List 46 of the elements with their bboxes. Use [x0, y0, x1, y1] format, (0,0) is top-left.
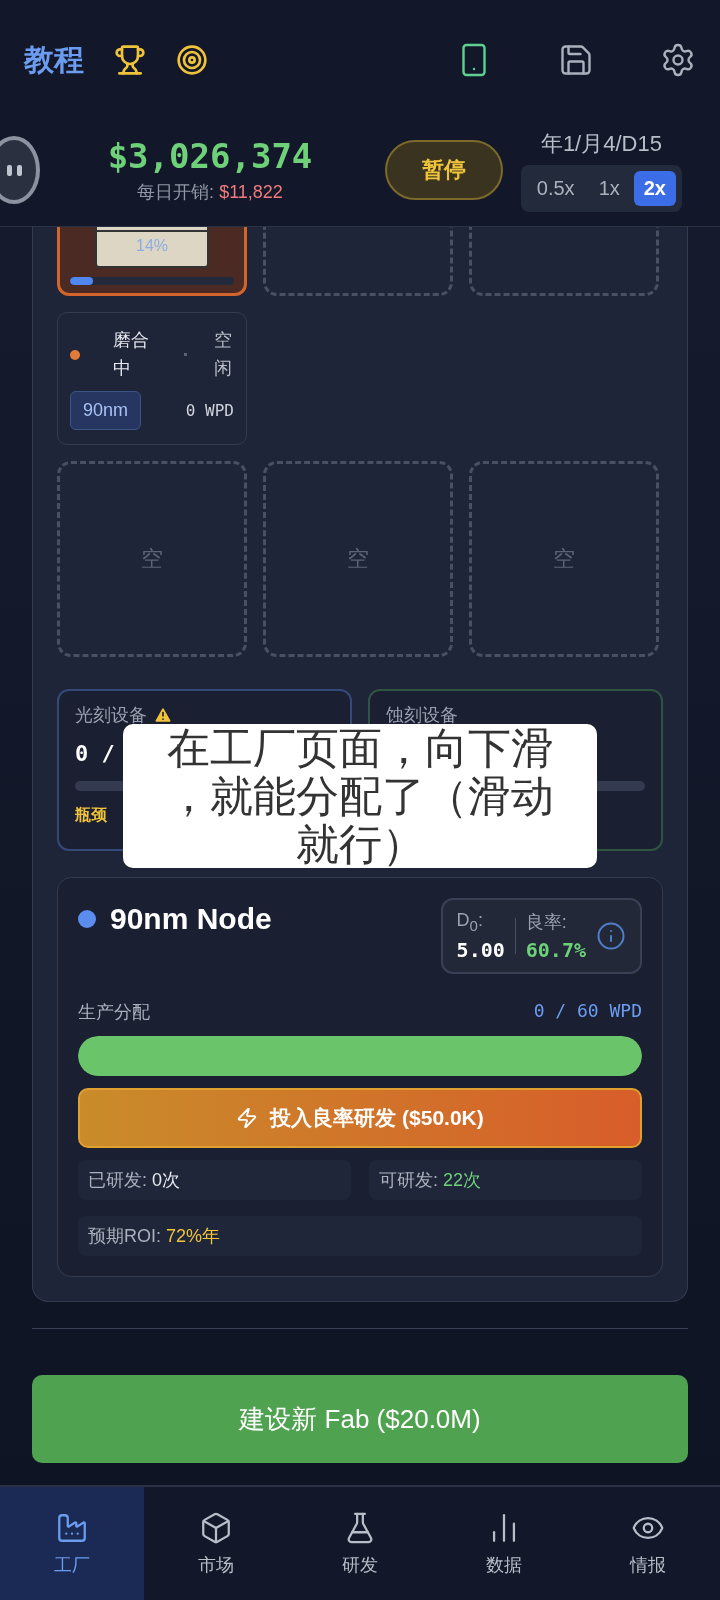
game-date: 年1/月4/D15 — [540, 129, 662, 158]
machine-output: 0 WPD — [185, 401, 234, 420]
empty-slot-label: 空 — [347, 545, 369, 573]
box-icon — [199, 1510, 233, 1545]
pause-button[interactable]: 暂停 — [384, 140, 503, 200]
progress-percent: 14% — [136, 237, 169, 255]
node-tag: 90nm — [70, 391, 142, 430]
info-icon[interactable] — [596, 921, 626, 951]
balance: $3,026,374 — [107, 136, 313, 176]
machine-idle-status: 空闲 — [214, 329, 233, 380]
node-title: 90nm Node — [78, 902, 272, 936]
allocation-label: 生产分配 — [78, 1001, 150, 1024]
avatar[interactable] — [0, 136, 40, 204]
trophy-icon[interactable] — [114, 44, 146, 76]
nav-tab[interactable]: 研发 — [288, 1487, 432, 1600]
allocation-value: 0 / 60 WPD — [533, 1000, 642, 1023]
speed-option[interactable]: 1x — [588, 170, 630, 206]
target-icon[interactable] — [176, 44, 208, 76]
equipment-name: 光刻设备 — [75, 703, 334, 727]
empty-slot-label: 空 — [553, 545, 575, 573]
nav-tab[interactable]: 情报 — [576, 1487, 720, 1600]
yield-label: 良率: — [525, 911, 568, 934]
nav-tab[interactable]: 市场 — [144, 1487, 288, 1600]
research-button[interactable]: 投入良率研发 ($50.0K) — [78, 1088, 642, 1148]
lightning-icon — [236, 1107, 259, 1129]
defect-density-label: D$_{0}$: — [456, 910, 484, 934]
equipment-count: 0 / — [75, 741, 115, 767]
tutorial-title[interactable]: 教程 — [24, 39, 84, 81]
defect-density-value: 5.00 — [456, 937, 505, 962]
speed-option[interactable]: 0.5x — [526, 170, 585, 206]
daily-cost: 每日开销: $11,822 — [137, 181, 283, 204]
allocation-slider[interactable] — [78, 1036, 642, 1076]
yield-value: 60.7% — [525, 938, 586, 962]
nav-tab[interactable]: 数据 — [432, 1487, 576, 1600]
research-stat: 可研发: 22次 — [369, 1160, 642, 1200]
research-stat: 已研发: 0次 — [78, 1160, 351, 1200]
equipment-name: 蚀刻设备 — [386, 704, 459, 727]
settings-icon[interactable] — [660, 42, 696, 78]
bottleneck-note: 瓶颈 — [75, 805, 107, 825]
roi-stat: 预期ROI: 72%年 — [78, 1216, 642, 1256]
save-icon[interactable] — [558, 42, 594, 78]
speed-option[interactable]: 2x — [633, 170, 676, 206]
nav-tab[interactable]: 工厂 — [0, 1487, 144, 1600]
caption-tooltip: 在工厂页面，向下滑，就能分配了（滑动就行） — [123, 724, 597, 869]
empty-slot-label: 空 — [141, 545, 163, 573]
machine-state: 磨合中 — [113, 329, 150, 380]
